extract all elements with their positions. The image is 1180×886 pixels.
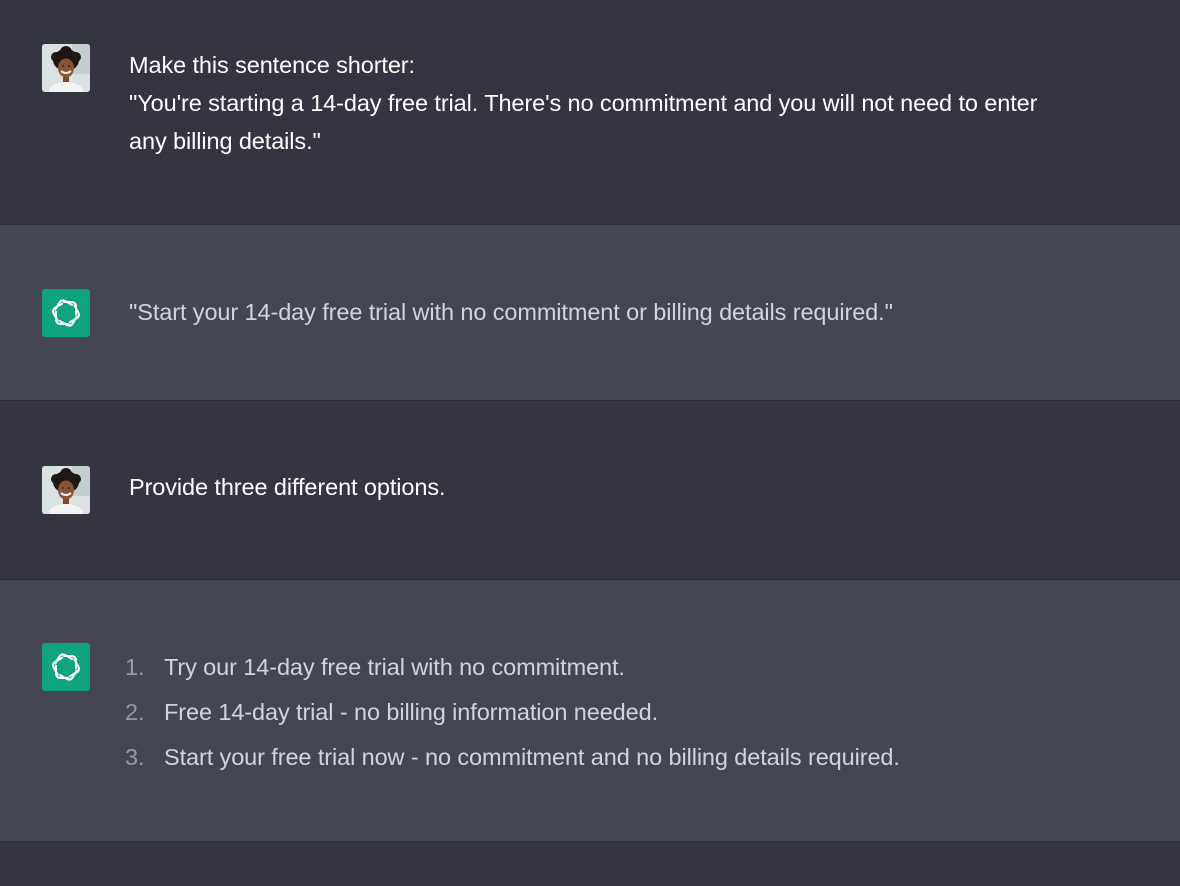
message-line: "You're starting a 14-day free trial. Th… [129, 90, 1038, 116]
list-number: 3. [125, 744, 145, 770]
message-line: "Start your 14-day free trial with no co… [129, 299, 893, 325]
assistant-message: 1. Try our 14-day free trial with no com… [0, 580, 1180, 842]
options-list: 1. Try our 14-day free trial with no com… [125, 648, 1164, 783]
user-message: Provide three different options. [0, 401, 1180, 580]
list-item-text: Try our 14-day free trial with no commit… [164, 654, 625, 680]
list-number: 1. [125, 654, 145, 680]
openai-logo-icon [42, 643, 90, 691]
message-line: any billing details." [129, 128, 321, 154]
user-avatar-icon [42, 466, 90, 514]
list-item-text: Start your free trial now - no commitmen… [164, 744, 900, 770]
assistant-message: "Start your 14-day free trial with no co… [0, 225, 1180, 401]
assistant-message-text: "Start your 14-day free trial with no co… [129, 293, 1164, 331]
user-message-text: Provide three different options. [129, 468, 1164, 506]
list-number: 2. [125, 699, 145, 725]
empty-thread-area [0, 842, 1180, 886]
openai-logo-icon [42, 289, 90, 337]
list-item: 2. Free 14-day trial - no billing inform… [125, 693, 1164, 738]
list-item: 3. Start your free trial now - no commit… [125, 738, 1164, 783]
list-item: 1. Try our 14-day free trial with no com… [125, 648, 1164, 693]
user-message: Make this sentence shorter: "You're star… [0, 0, 1180, 225]
list-item-text: Free 14-day trial - no billing informati… [164, 699, 658, 725]
user-message-text: Make this sentence shorter: "You're star… [129, 46, 1164, 160]
chat-thread: Make this sentence shorter: "You're star… [0, 0, 1180, 886]
message-line: Provide three different options. [129, 474, 446, 500]
user-avatar-icon [42, 44, 90, 92]
assistant-message-text: 1. Try our 14-day free trial with no com… [125, 648, 1164, 783]
message-line: Make this sentence shorter: [129, 52, 415, 78]
